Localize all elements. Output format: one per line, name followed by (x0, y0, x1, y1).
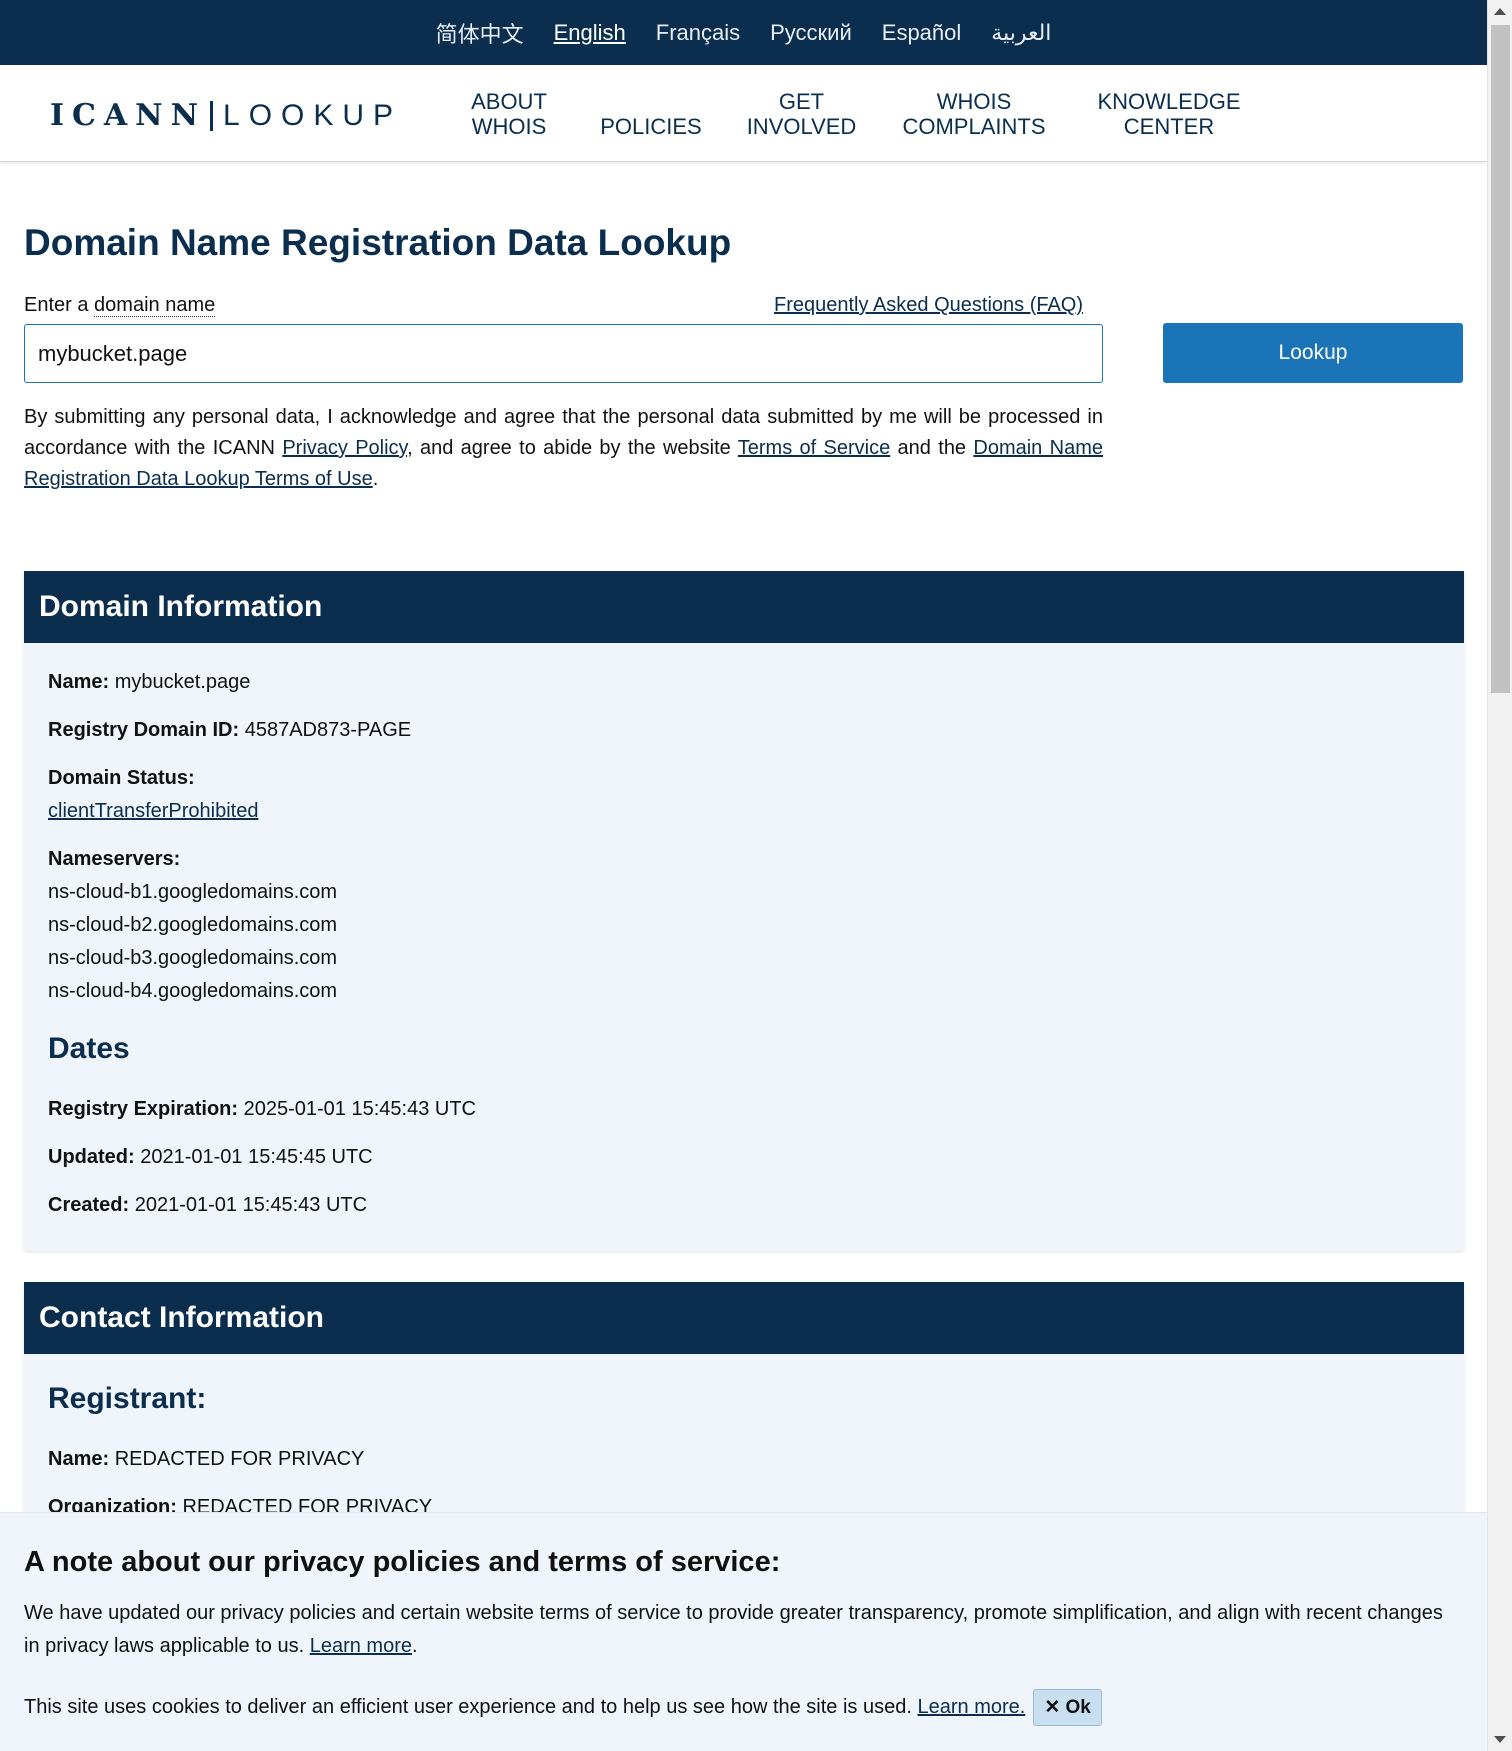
created-field: Created: 2021-01-01 15:45:43 UTC (48, 1194, 368, 1216)
registry-expiration-field: Registry Expiration: 2025-01-01 15:45:43… (48, 1098, 476, 1120)
scroll-up-arrow-icon[interactable] (1494, 8, 1506, 15)
language-bar: 简体中文 English Français Русский Español ال… (0, 0, 1487, 65)
icann-lookup-logo[interactable]: ICANN LOOKUP (50, 98, 402, 133)
nav-whois-complaints[interactable]: WHOIS COMPLAINTS (894, 87, 1054, 139)
ok-button[interactable]: ✕ Ok (1033, 1689, 1102, 1726)
site-header: ICANN LOOKUP ABOUT WHOIS POLICIES GET INVO… (0, 65, 1487, 162)
main-content: Domain Name Registration Data Lookup Ent… (24, 160, 1464, 494)
close-icon: ✕ (1044, 1697, 1061, 1718)
nav-knowledge-center[interactable]: KNOWLEDGE CENTER (1089, 87, 1249, 139)
domain-input-label: Enter a domain name (24, 294, 216, 317)
domain-information-card: Domain Information Name: mybucket.page R… (24, 571, 1464, 1251)
lang-english[interactable]: English (554, 20, 626, 46)
banner-heading: A note about our privacy policies and te… (24, 1546, 781, 1578)
banner-cookie-text: This site uses cookies to deliver an eff… (24, 1689, 1487, 1726)
nameserver-item: ns-cloud-b3.googledomains.com (48, 947, 338, 969)
updated-field: Updated: 2021-01-01 15:45:45 UTC (48, 1146, 373, 1168)
registrant-heading: Registrant: (48, 1382, 207, 1415)
domain-status-field: Domain Status: clientTransferProhibited (48, 767, 259, 822)
domain-status-link[interactable]: clientTransferProhibited (48, 800, 258, 822)
privacy-policy-link[interactable]: Privacy Policy (282, 437, 407, 459)
registrant-name-field: Name: REDACTED FOR PRIVACY (48, 1448, 365, 1470)
privacy-cookie-banner: A note about our privacy policies and te… (0, 1512, 1487, 1751)
lang-arabic[interactable]: العربية (991, 20, 1051, 46)
domain-name-tooltip[interactable]: domain name (94, 294, 216, 317)
domain-information-heading: Domain Information (24, 571, 1464, 643)
domain-name-field: Name: mybucket.page (48, 671, 251, 693)
page: 简体中文 English Français Русский Español ال… (0, 0, 1487, 1751)
lang-chinese[interactable]: 简体中文 (436, 17, 524, 49)
lookup-button[interactable]: Lookup (1163, 323, 1463, 383)
terms-of-service-link[interactable]: Terms of Service (738, 437, 890, 459)
learn-more-cookie-link[interactable]: Learn more. (917, 1691, 1025, 1724)
main-nav: ABOUT WHOIS POLICIES GET INVOLVED WHOIS COM… (445, 87, 1249, 139)
logo-divider (210, 100, 214, 131)
scroll-down-arrow-icon[interactable] (1494, 1736, 1506, 1743)
lang-spanish[interactable]: Español (882, 20, 962, 46)
scroll-thumb[interactable] (1491, 25, 1510, 693)
nav-get-involved[interactable]: GET INVOLVED (734, 87, 869, 139)
dates-heading: Dates (48, 1032, 130, 1065)
logo-icann-text: ICANN (50, 98, 207, 133)
page-title: Domain Name Registration Data Lookup (24, 222, 732, 263)
lang-french[interactable]: Français (656, 20, 740, 46)
banner-policy-text: We have updated our privacy policies and… (24, 1602, 1443, 1657)
nameserver-item: ns-cloud-b4.googledomains.com (48, 980, 338, 1002)
nameserver-item: ns-cloud-b2.googledomains.com (48, 914, 338, 936)
contact-information-heading: Contact Information (24, 1282, 1464, 1354)
consent-text: By submitting any personal data, I ackno… (24, 406, 1103, 490)
nav-policies[interactable]: POLICIES (588, 87, 714, 139)
lookup-form: Enter a domain name Frequently Asked Que… (24, 294, 1464, 494)
logo-lookup-text: LOOKUP (223, 98, 403, 132)
nameserver-item: ns-cloud-b1.googledomains.com (48, 881, 338, 903)
vertical-scrollbar[interactable] (1487, 0, 1512, 1751)
nameservers-field: Nameservers: ns-cloud-b1.googledomains.c… (48, 846, 1440, 1008)
lang-russian[interactable]: Русский (770, 20, 852, 46)
faq-link[interactable]: Frequently Asked Questions (FAQ) (774, 294, 1083, 317)
learn-more-policy-link[interactable]: Learn more (310, 1635, 412, 1657)
registry-domain-id-field: Registry Domain ID: 4587AD873-PAGE (48, 719, 412, 741)
nav-about-whois[interactable]: ABOUT WHOIS (445, 87, 573, 139)
domain-input[interactable] (24, 324, 1103, 383)
